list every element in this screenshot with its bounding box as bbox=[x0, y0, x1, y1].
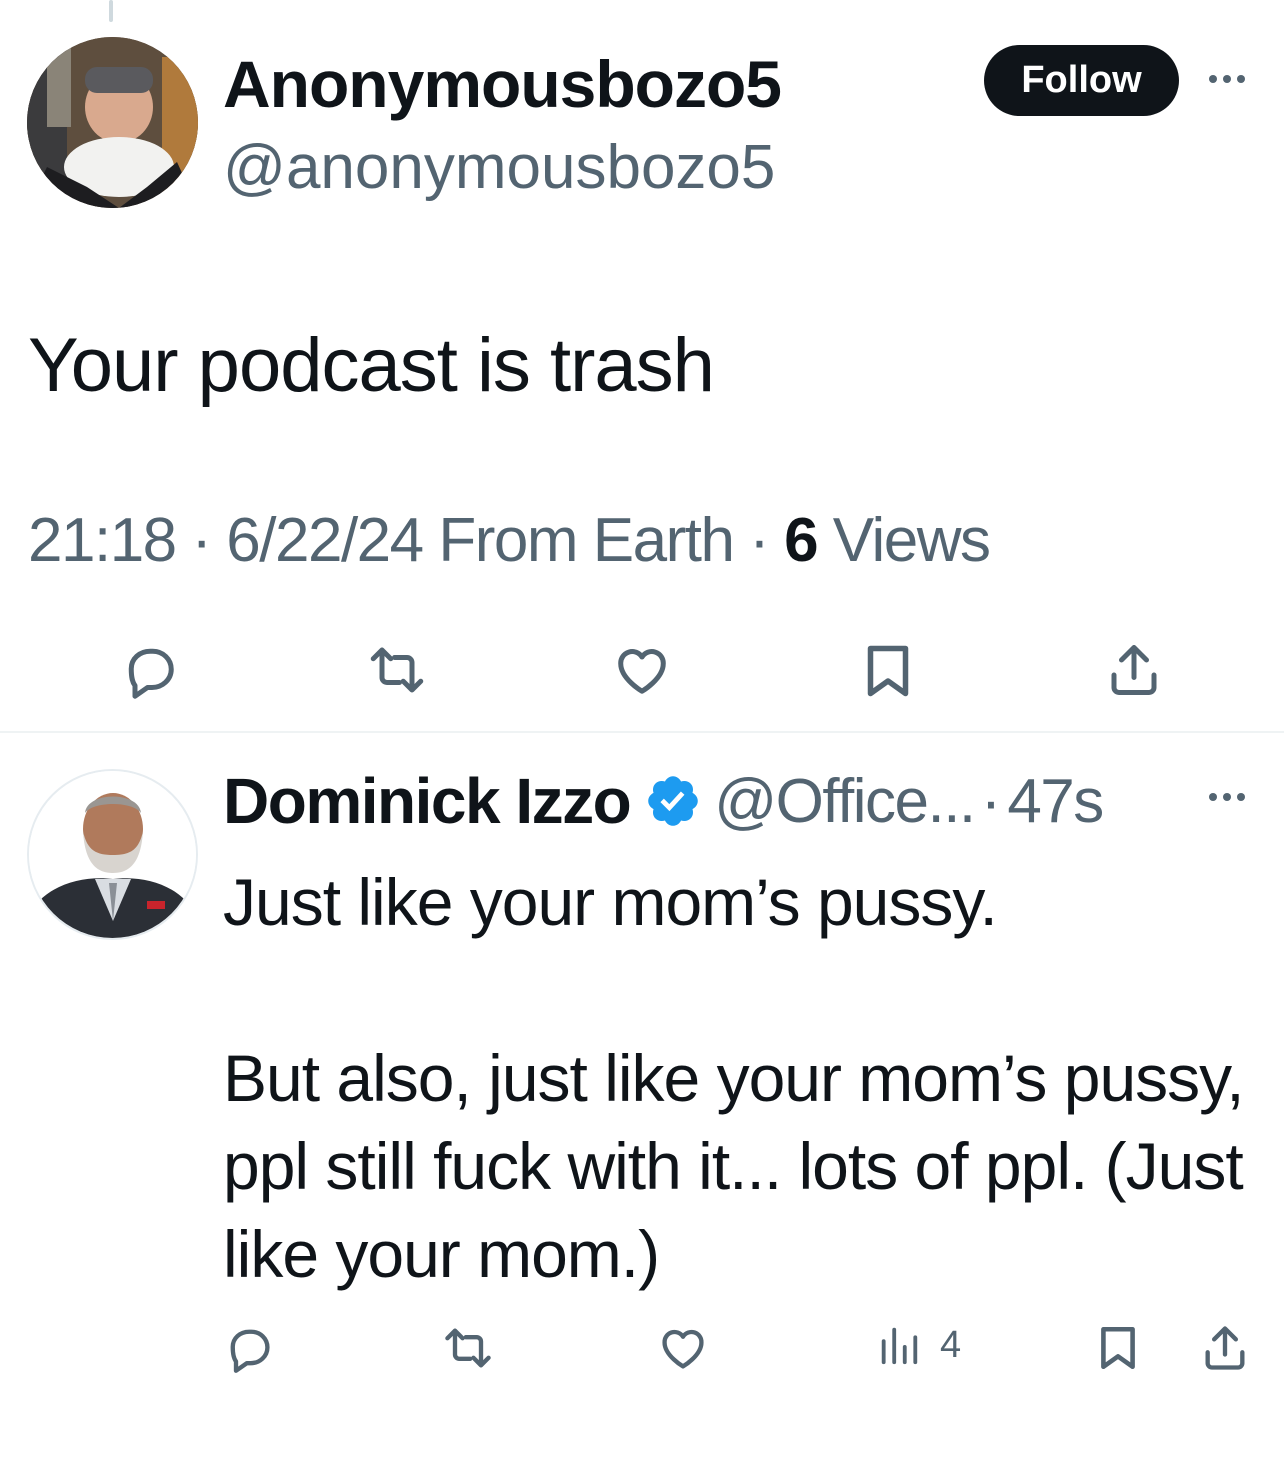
share-button[interactable] bbox=[1104, 640, 1164, 700]
thread-connector-line bbox=[109, 0, 113, 22]
retweet-button[interactable] bbox=[440, 1322, 496, 1374]
verified-badge-icon[interactable] bbox=[644, 772, 702, 830]
reply-button[interactable] bbox=[223, 1322, 275, 1374]
reply-avatar[interactable] bbox=[27, 769, 198, 940]
reply-bubble-icon bbox=[128, 648, 174, 699]
like-button[interactable] bbox=[612, 640, 672, 700]
author-handle[interactable]: @anonymousbozo5 bbox=[223, 132, 775, 203]
reply-text-paragraph: But also, just like your mom’s pussy, pp… bbox=[223, 1041, 1245, 1291]
views-count: 6 bbox=[784, 506, 818, 575]
retweet-icon bbox=[445, 1328, 491, 1368]
heart-icon bbox=[662, 1329, 704, 1369]
more-options-icon[interactable] bbox=[1209, 793, 1245, 801]
avatar[interactable] bbox=[27, 37, 198, 208]
divider bbox=[0, 731, 1284, 733]
tweet-text: Your podcast is trash bbox=[28, 323, 715, 408]
share-icon bbox=[1205, 1326, 1245, 1370]
views-button[interactable]: 4 bbox=[876, 1322, 961, 1368]
tweet-meta: 21:18 · 6/22/24 From Earth · 6 Views bbox=[28, 505, 991, 576]
bookmark-icon bbox=[867, 645, 909, 697]
meta-separator: · bbox=[191, 506, 212, 575]
like-button[interactable] bbox=[657, 1322, 709, 1374]
bookmark-icon bbox=[1101, 1326, 1135, 1370]
views-label[interactable]: Views bbox=[833, 506, 991, 575]
reply-bubble-icon bbox=[230, 1329, 270, 1373]
tweet-date[interactable]: 6/22/24 bbox=[226, 506, 424, 575]
heart-icon bbox=[618, 649, 666, 694]
reply-button[interactable] bbox=[120, 640, 180, 700]
reply-author-handle[interactable]: @Office... bbox=[714, 766, 976, 837]
bookmark-button[interactable] bbox=[858, 640, 918, 702]
reply-time[interactable]: 47s bbox=[1007, 766, 1104, 837]
follow-button[interactable]: Follow bbox=[984, 45, 1179, 116]
tweet-time[interactable]: 21:18 bbox=[28, 506, 177, 575]
more-options-icon[interactable] bbox=[1209, 75, 1245, 83]
meta-separator: · bbox=[980, 766, 1002, 836]
bar-chart-icon bbox=[881, 1327, 918, 1365]
bookmark-button[interactable] bbox=[1093, 1322, 1143, 1374]
retweet-button[interactable] bbox=[365, 640, 429, 700]
share-icon bbox=[1111, 645, 1157, 695]
reply-author-display-name[interactable]: Dominick Izzo bbox=[223, 764, 632, 838]
reply-header: Dominick Izzo @Office... · 47s bbox=[223, 764, 1104, 838]
views-count: 4 bbox=[940, 1323, 962, 1366]
author-display-name[interactable]: Anonymousbozo5 bbox=[223, 46, 782, 122]
meta-separator: · bbox=[749, 506, 770, 575]
retweet-icon bbox=[370, 647, 424, 693]
share-button[interactable] bbox=[1199, 1322, 1251, 1374]
reply-text: Just like your mom’s pussy. But also, ju… bbox=[223, 858, 1253, 1298]
tweet-source: From Earth bbox=[438, 506, 735, 575]
reply-text-line: Just like your mom’s pussy. bbox=[223, 865, 998, 939]
